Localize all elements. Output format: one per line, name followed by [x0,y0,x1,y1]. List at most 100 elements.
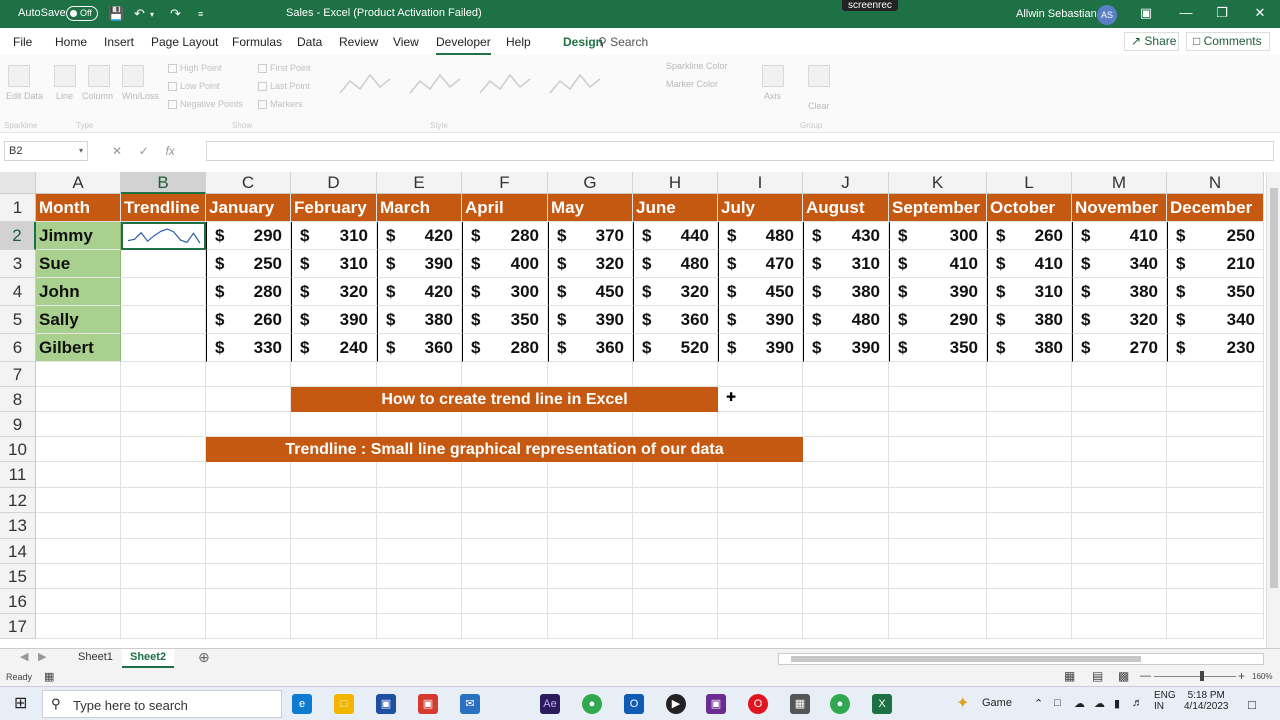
grid-cell[interactable] [633,564,718,589]
column-header-b[interactable]: B [121,172,206,194]
gift-icon[interactable]: ▣ [418,694,438,714]
currency-cell[interactable]: $480 [633,250,718,278]
save-icon[interactable]: 💾 [108,6,124,22]
cancel-icon[interactable]: ✕ [112,144,122,158]
grid-cell[interactable] [1072,462,1167,488]
enter-icon[interactable]: ✓ [139,144,149,158]
grid-cell[interactable] [121,362,206,387]
grid-cell[interactable] [987,488,1072,513]
after-effects-icon[interactable]: Ae [540,694,560,714]
currency-cell[interactable]: $410 [1072,222,1167,250]
grid-cell[interactable] [1072,589,1167,614]
grid-cell[interactable] [1072,539,1167,564]
grid-cell[interactable] [1072,564,1167,589]
file-explorer-icon[interactable]: □ [334,694,354,714]
column-header-k[interactable]: K [889,172,987,194]
first-point-check[interactable]: First Point [258,63,311,73]
horizontal-scrollbar[interactable] [778,653,1264,665]
table-header-cell[interactable]: November [1072,194,1167,222]
grid-cell[interactable] [291,488,377,513]
grid-cell[interactable] [548,488,633,513]
currency-cell[interactable]: $250 [206,250,291,278]
grid-cell[interactable] [889,462,987,488]
currency-cell[interactable]: $380 [987,334,1072,362]
sheet-tab-sheet2[interactable]: Sheet2 [122,649,175,668]
tab-formulas[interactable]: Formulas [232,35,282,49]
zoom-slider[interactable] [1154,676,1236,677]
grid-cell[interactable] [633,488,718,513]
column-header-f[interactable]: F [462,172,548,194]
grid-cell[interactable] [462,362,548,387]
currency-cell[interactable]: $480 [803,306,889,334]
grid-cell[interactable] [987,387,1072,412]
name-cell[interactable]: Gilbert [36,334,121,362]
grid-cell[interactable] [548,362,633,387]
grid-cell[interactable] [1072,437,1167,462]
notifications-icon[interactable]: □ [1248,697,1256,712]
currency-cell[interactable]: $280 [462,222,548,250]
currency-cell[interactable]: $480 [718,222,803,250]
grid-cell[interactable] [633,362,718,387]
table-header-cell[interactable]: January [206,194,291,222]
column-header-h[interactable]: H [633,172,718,194]
currency-cell[interactable]: $470 [718,250,803,278]
negative-points-check[interactable]: Negative Points [168,99,243,109]
autosave-toggle[interactable]: Off [66,6,98,21]
ribbon-display-icon[interactable]: ▣ [1136,5,1156,21]
marker-color-button[interactable]: Marker Color [666,79,718,89]
table-header-cell[interactable]: Trendline [121,194,206,222]
row-header-17[interactable]: 17 [0,614,36,639]
table-header-cell[interactable]: June [633,194,718,222]
sparkline-cell-selected[interactable] [121,222,206,250]
grid-cell[interactable] [36,412,121,437]
currency-cell[interactable]: $310 [291,222,377,250]
row-header-13[interactable]: 13 [0,513,36,539]
grid-cell[interactable] [1072,412,1167,437]
grid-cell[interactable] [291,564,377,589]
currency-cell[interactable]: $390 [548,306,633,334]
win-loss-icon[interactable] [122,65,144,87]
grid-cell[interactable] [121,412,206,437]
grid-cell[interactable] [633,539,718,564]
currency-cell[interactable]: $320 [291,278,377,306]
grid-cell[interactable] [121,589,206,614]
grid-cell[interactable] [889,437,987,462]
grid-cell[interactable] [121,437,206,462]
grid-cell[interactable] [206,564,291,589]
grid-cell[interactable] [1167,437,1264,462]
grid-cell[interactable] [206,589,291,614]
currency-cell[interactable]: $430 [803,222,889,250]
row-header-15[interactable]: 15 [0,564,36,589]
avatar[interactable]: AS [1097,5,1117,25]
name-cell[interactable]: Jimmy [36,222,121,250]
grid-cell[interactable] [803,564,889,589]
grid-cell[interactable] [206,614,291,639]
table-header-cell[interactable]: July [718,194,803,222]
currency-cell[interactable]: $260 [206,306,291,334]
grid-cell[interactable] [718,589,803,614]
page-break-view-icon[interactable]: ▩ [1118,669,1129,683]
row-header-16[interactable]: 16 [0,589,36,614]
sparkline-cell[interactable] [121,306,206,334]
column-header-n[interactable]: N [1167,172,1264,194]
table-header-cell[interactable]: August [803,194,889,222]
grid-cell[interactable] [548,589,633,614]
grid-cell[interactable] [377,462,462,488]
grid-cell[interactable] [36,387,121,412]
grid-cell[interactable] [718,488,803,513]
currency-cell[interactable]: $400 [462,250,548,278]
row-header-9[interactable]: 9 [0,412,36,437]
currency-cell[interactable]: $390 [889,278,987,306]
grid-cell[interactable] [803,488,889,513]
table-header-cell[interactable]: December [1167,194,1264,222]
grid-cell[interactable] [633,614,718,639]
currency-cell[interactable]: $380 [987,306,1072,334]
table-header-cell[interactable]: February [291,194,377,222]
grid-cell[interactable] [803,437,889,462]
grid-cell[interactable] [462,462,548,488]
table-header-cell[interactable]: October [987,194,1072,222]
grid-cell[interactable] [377,513,462,539]
row-header-7[interactable]: 7 [0,362,36,387]
edge-icon[interactable]: e [292,694,312,714]
grid-cell[interactable] [1167,462,1264,488]
